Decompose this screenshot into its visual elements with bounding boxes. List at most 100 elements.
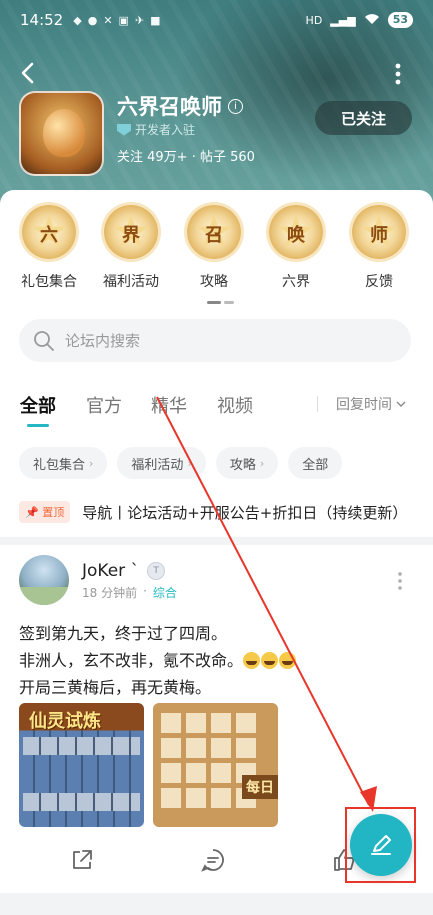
more-vertical-icon [398,572,402,590]
post-time: 18 分钟前 [82,586,138,600]
crying-emoji-icon [261,652,279,669]
tab-divider [317,396,318,412]
sort-label: 回复时间 [336,397,392,413]
chip-label: 礼包集合 [33,457,86,473]
filter-chip-gift-collection[interactable]: 礼包集合 › [19,447,108,479]
tab-all[interactable]: 全部 [20,392,56,418]
share-button[interactable] [68,846,96,874]
shortcut-feedback[interactable]: 师 反馈 [344,205,414,291]
chevron-right-icon: › [259,456,265,470]
image-caption: 仙灵试炼 [29,711,101,732]
app-icon-2: ■ [150,13,161,27]
filter-chip-all[interactable]: 全部 [288,447,343,479]
chevron-left-icon [21,62,34,84]
filter-chip-guides[interactable]: 攻略 › [215,447,279,479]
shortcut-welfare-events[interactable]: 界 福利活动 [96,205,166,291]
share-icon [73,850,92,869]
app-icon: ● [87,13,98,27]
search-placeholder: 论坛内搜索 [65,332,141,350]
shortcut-label: 礼包集合 [21,274,77,290]
author-name: JoKer ` [82,561,140,581]
follow-button[interactable]: 已关注 [315,101,412,135]
medal-icon: 界 [104,205,158,259]
search-icon [34,330,54,351]
post-author[interactable]: JoKer ` T [82,561,166,581]
medal-glyph: 召 [205,225,223,246]
fan-icon: ✕ [103,13,113,27]
post-line: 开局三黄梅后，再无黄梅。 [19,678,212,697]
pinned-post[interactable]: 📌 置顶 导航丨论坛活动+开服公告+折扣日（持续更新） [19,501,419,523]
signal-icon: ▂▄▆ [330,13,356,27]
shortcut-label: 反馈 [365,274,393,290]
post-more-button[interactable] [396,570,404,592]
comment-button[interactable] [199,846,227,874]
more-options-button[interactable] [386,60,410,88]
shortcut-label: 攻略 [200,274,228,290]
image-icon: ▣ [118,13,129,27]
tab-featured[interactable]: 精华 [151,392,187,418]
post-meta: 18 分钟前 · 综合 [82,584,177,601]
chip-label: 全部 [302,457,329,473]
status-time: 14:52 [20,11,64,29]
forum-avatar[interactable] [19,91,104,176]
status-bar: 14:52 ◆ ● ✕ ▣ ✈ ■ HD ▂▄▆ 53 [0,0,433,40]
plane-icon: ✈ [134,13,145,27]
medal-icon: 六 [22,205,76,259]
pinned-badge: 📌 置顶 [19,501,71,523]
crying-emoji-icon [279,652,297,669]
wifi-icon [364,13,380,28]
medal-glyph: 师 [370,225,388,246]
post-body[interactable]: 签到第九天，终于过了四周。 非洲人，玄不改非，氪不改命。 开局三黄梅后，再无黄梅… [19,620,297,701]
forum-stats: 关注 49万+ · 帖子 560 [117,150,255,165]
tab-official[interactable]: 官方 [86,392,122,418]
filter-chips: 礼包集合 › 福利活动 › 攻略 › 全部 [19,447,343,479]
medal-icon: 唤 [269,205,323,259]
filter-chip-welfare-events[interactable]: 福利活动 › [117,447,206,479]
shortcut-page-indicator [207,301,234,304]
comment-icon [201,849,224,872]
more-vertical-icon [395,63,401,85]
developer-badge[interactable]: 开发者入驻 [117,121,195,138]
post-line: 签到第九天，终于过了四周。 [19,624,228,643]
active-tab-indicator [27,424,49,427]
tab-video[interactable]: 视频 [217,392,253,418]
bottom-divider [0,893,433,915]
post-image-1[interactable]: 仙灵试炼 [19,703,144,827]
shortcut-row: 六 礼包集合 界 福利活动 召 攻略 唤 六界 师 反馈 [0,205,433,315]
shortcut-label: 六界 [282,274,310,290]
shortcut-guides[interactable]: 召 攻略 [179,205,249,291]
shield-icon [117,123,131,136]
pin-icon: 📌 [25,506,39,519]
medal-icon: 师 [352,205,406,259]
chevron-right-icon: › [89,456,94,470]
info-icon[interactable]: i [228,98,243,114]
forum-search-input[interactable]: 论坛内搜索 [19,319,411,362]
pinned-badge-label: 置顶 [42,506,65,519]
forum-title[interactable]: 六界召唤师 i [117,91,243,121]
status-system-icons: HD ▂▄▆ 53 [306,12,413,28]
battery-indicator: 53 [387,12,413,28]
post-category[interactable]: 综合 [153,584,177,601]
medal-glyph: 六 [40,225,58,246]
medal-glyph: 唤 [287,225,305,246]
back-button[interactable] [16,60,42,86]
shortcut-label: 福利活动 [103,274,159,290]
developer-badge-label: 开发者入驻 [135,123,196,137]
post-image-2[interactable]: 每日 [153,703,278,827]
chip-label: 福利活动 [131,457,184,473]
sort-dropdown[interactable]: 回复时间 [336,394,406,414]
crying-emoji-icon [243,652,261,669]
chip-label: 攻略 [229,457,256,473]
shortcut-gift-collection[interactable]: 六 礼包集合 [14,205,84,291]
hd-icon: HD [305,13,323,27]
forum-name: 六界召唤师 [117,95,222,119]
pinned-post-title: 导航丨论坛活动+开服公告+折扣日（持续更新） [82,503,408,522]
image-caption: 每日 [242,775,278,799]
notification-icon: ◆ [73,13,82,27]
section-divider [0,537,433,545]
shortcut-six-realms[interactable]: 唤 六界 [261,205,331,291]
post-tabs: 全部 官方 精华 视频 回复时间 [0,380,433,427]
meta-separator: · [143,584,147,598]
chevron-right-icon: › [187,456,192,470]
author-avatar[interactable] [19,555,69,605]
